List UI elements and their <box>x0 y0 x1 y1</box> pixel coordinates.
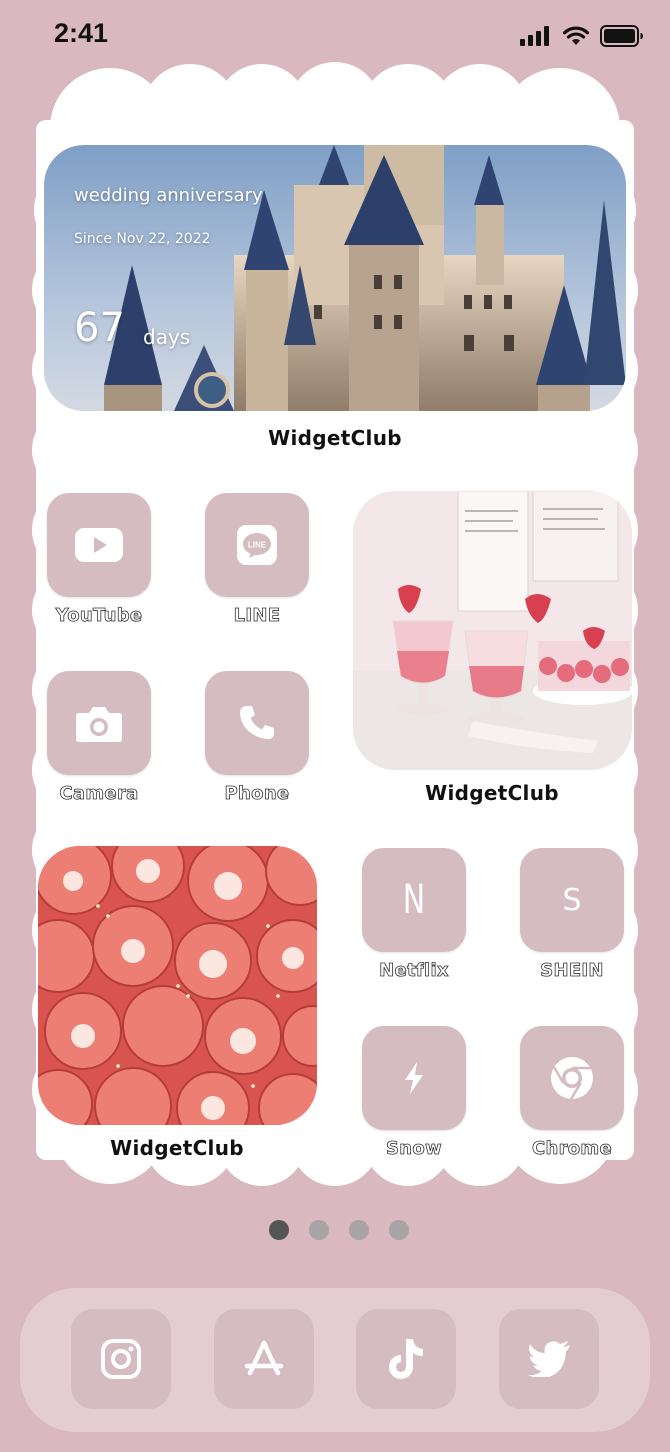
app-netflix-tile[interactable]: N <box>362 848 466 952</box>
app-phone-label: Phone <box>224 783 290 805</box>
dock <box>20 1288 650 1432</box>
app-chrome[interactable]: Chrome <box>520 1026 624 1159</box>
anniversary-widget[interactable]: wedding anniversary Since Nov 22, 2022 6… <box>44 145 626 411</box>
app-chrome-label: Chrome <box>531 1138 613 1160</box>
strawberry-widget-caption: WidgetClub <box>110 1136 244 1160</box>
page-dot-1[interactable] <box>269 1220 289 1240</box>
camera-icon <box>76 707 122 742</box>
anniversary-since: Since Nov 22, 2022 <box>74 231 211 247</box>
instagram-icon <box>101 1339 141 1379</box>
app-phone[interactable]: Phone <box>205 671 309 804</box>
page-dot-2[interactable] <box>309 1220 329 1240</box>
page-indicator[interactable] <box>269 1220 409 1240</box>
dock-twitter[interactable] <box>499 1309 599 1409</box>
app-snow-label: Snow <box>386 1138 442 1160</box>
phone-icon <box>240 706 274 739</box>
app-youtube-label: YouTube <box>55 605 143 627</box>
page-dot-3[interactable] <box>349 1220 369 1240</box>
app-netflix-label: Netflix <box>379 960 449 982</box>
app-camera[interactable]: Camera <box>47 671 151 804</box>
app-camera-label: Camera <box>59 783 139 805</box>
app-snow[interactable]: Snow <box>362 1026 466 1159</box>
chrome-icon <box>551 1057 593 1100</box>
home-screen: 2:41 wedding anniversary Since Nov 22, 2… <box>0 0 670 1452</box>
app-line-tile[interactable]: LINE <box>205 493 309 597</box>
app-shein[interactable]: S SHEIN <box>520 848 624 981</box>
app-netflix[interactable]: N Netflix <box>362 848 466 981</box>
line-icon: LINE <box>237 525 277 565</box>
page-dot-4[interactable] <box>389 1220 409 1240</box>
app-youtube[interactable]: YouTube <box>47 493 151 626</box>
strawberry-widget[interactable] <box>38 846 317 1125</box>
snow-icon <box>405 1062 423 1094</box>
app-shein-tile[interactable]: S <box>520 848 624 952</box>
netflix-icon: N <box>402 877 426 923</box>
tiktok-icon <box>389 1339 423 1379</box>
app-line-label: LINE <box>233 605 281 627</box>
app-shein-label: SHEIN <box>540 960 604 982</box>
youtube-icon <box>75 528 123 562</box>
app-store-icon <box>244 1340 284 1376</box>
dock-app-store[interactable] <box>214 1309 314 1409</box>
anniversary-widget-caption: WidgetClub <box>268 426 402 450</box>
shein-icon: S <box>562 882 582 918</box>
dock-tiktok[interactable] <box>356 1309 456 1409</box>
app-youtube-tile[interactable] <box>47 493 151 597</box>
anniversary-count: 67 <box>74 305 125 351</box>
strawberry-photo <box>38 846 317 1125</box>
app-chrome-tile[interactable] <box>520 1026 624 1130</box>
dessert-widget-caption: WidgetClub <box>425 781 559 805</box>
dessert-photo <box>353 491 632 770</box>
dock-instagram[interactable] <box>71 1309 171 1409</box>
app-snow-tile[interactable] <box>362 1026 466 1130</box>
anniversary-unit: days <box>143 325 191 349</box>
anniversary-title: wedding anniversary <box>74 185 263 206</box>
dessert-widget[interactable] <box>353 491 632 770</box>
twitter-icon <box>528 1341 570 1377</box>
app-phone-tile[interactable] <box>205 671 309 775</box>
app-line[interactable]: LINE LINE <box>205 493 309 626</box>
app-camera-tile[interactable] <box>47 671 151 775</box>
svg-text:LINE: LINE <box>248 541 267 550</box>
